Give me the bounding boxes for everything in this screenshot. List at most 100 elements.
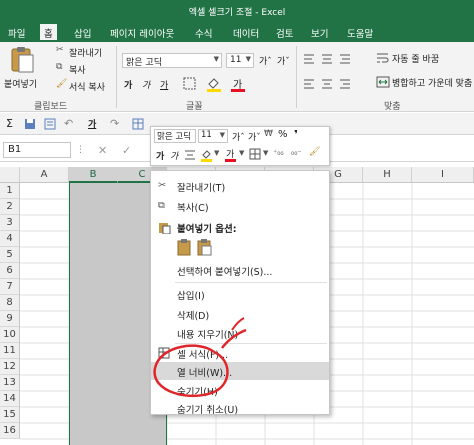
menu-item-format-cells[interactable]: 셀 서식(F)...: [151, 344, 329, 362]
underline-button[interactable]: 가: [160, 78, 168, 91]
bold-button[interactable]: 가: [124, 78, 132, 91]
format-painter-label[interactable]: 서식 복사: [69, 80, 105, 93]
chevron-down-icon[interactable]: ▼: [239, 149, 244, 157]
mini-font-size-combo[interactable]: 11 ▼: [198, 129, 228, 143]
menu-item-insert-label: 삽입(I): [177, 291, 205, 302]
table-icon[interactable]: [132, 118, 144, 130]
mini-format-painter-icon[interactable]: 🖌: [309, 147, 320, 157]
row-header[interactable]: 13: [0, 375, 20, 391]
format-painter-icon[interactable]: 🖌: [56, 79, 67, 89]
qat-underline-button[interactable]: 가: [88, 117, 96, 130]
row-header[interactable]: 15: [0, 407, 20, 423]
tab-view[interactable]: 보기: [311, 26, 328, 40]
mini-decrease-decimal-icon[interactable]: ₀₀⁻: [291, 148, 302, 157]
mini-accounting-icon[interactable]: ₩: [264, 129, 273, 139]
shrink-font-button[interactable]: 가ˇ: [277, 54, 290, 67]
tab-home[interactable]: 홈: [40, 24, 57, 42]
paste-values-icon[interactable]: [197, 238, 213, 256]
menu-item-unhide[interactable]: 숨기기 취소(U): [151, 399, 329, 417]
italic-button[interactable]: 가: [142, 78, 150, 91]
menu-item-copy[interactable]: ⧉ 복사(C): [151, 197, 329, 215]
cut-label[interactable]: 잘라내기: [69, 46, 102, 59]
row-header[interactable]: 4: [0, 231, 20, 247]
copy-icon[interactable]: ⧉: [56, 62, 62, 72]
tab-insert[interactable]: 삽입: [74, 26, 91, 40]
row-header[interactable]: 11: [0, 343, 20, 359]
tab-help[interactable]: 도움말: [347, 26, 373, 40]
tab-page-layout[interactable]: 페이지 레이아웃: [110, 26, 174, 40]
save-icon[interactable]: [24, 118, 36, 130]
row-header[interactable]: 3: [0, 215, 20, 231]
row-header[interactable]: 10: [0, 327, 20, 343]
row-header[interactable]: 12: [0, 359, 20, 375]
mini-grow-font-button[interactable]: 가ˆ: [232, 130, 245, 143]
menu-item-delete[interactable]: 삭제(D): [151, 305, 329, 323]
scissors-icon: ✂: [158, 180, 166, 191]
menu-item-insert[interactable]: 삽입(I): [151, 285, 329, 303]
tab-review[interactable]: 검토: [276, 26, 293, 40]
menu-item-cut[interactable]: ✂ 잘라내기(T): [151, 177, 329, 195]
mini-shrink-font-button[interactable]: 가ˇ: [248, 130, 261, 143]
menu-separator: [175, 282, 327, 283]
row-header[interactable]: 1: [0, 183, 20, 199]
mini-increase-decimal-icon[interactable]: ⁺₀₀: [273, 148, 284, 157]
wrap-text-icon[interactable]: [376, 51, 390, 65]
chevron-down-icon[interactable]: ▼: [263, 149, 268, 157]
column-header-a[interactable]: A: [20, 167, 69, 183]
align-horizontal-icons[interactable]: [302, 77, 362, 91]
borders-icon[interactable]: [182, 77, 198, 91]
font-group-label: 글꼴: [186, 102, 203, 112]
mini-font-color-icon[interactable]: 가: [224, 147, 238, 162]
merge-center-label[interactable]: 병합하고 가운데 맞춤: [392, 76, 472, 89]
align-top-icons[interactable]: [302, 52, 362, 66]
name-box-chevron-icon[interactable]: ⋮: [76, 145, 85, 155]
mini-font-name-combo[interactable]: 맑은 고딕: [154, 129, 196, 143]
row-header[interactable]: 9: [0, 311, 20, 327]
menu-item-column-width[interactable]: 열 너비(W)...: [151, 362, 329, 380]
mini-fill-color-icon[interactable]: [200, 148, 214, 162]
font-name-combo[interactable]: 맑은 고딕 ▼: [122, 53, 222, 68]
menu-item-paste-special[interactable]: 선택하여 붙여넣기(S)...: [151, 261, 329, 279]
merge-center-icon[interactable]: [376, 75, 390, 89]
paste-option-icon[interactable]: [177, 238, 193, 256]
mini-comma-button[interactable]: ❜: [294, 128, 298, 141]
mini-italic-button[interactable]: 가: [170, 149, 178, 162]
paste-icon[interactable]: [8, 45, 36, 75]
undo-icon[interactable]: ↶: [64, 117, 73, 130]
form-icon[interactable]: [44, 118, 56, 130]
mini-bold-button[interactable]: 가: [156, 149, 164, 162]
mini-align-icon[interactable]: [184, 149, 196, 161]
tab-file[interactable]: 파일: [8, 26, 25, 40]
name-box[interactable]: B1: [3, 142, 71, 158]
cancel-icon[interactable]: ✕: [98, 144, 107, 157]
paste-label[interactable]: 붙여넣기: [4, 77, 37, 90]
chevron-down-icon[interactable]: ▼: [214, 149, 219, 157]
column-header-i[interactable]: I: [412, 167, 474, 183]
enter-icon[interactable]: ✓: [122, 144, 131, 157]
grow-font-button[interactable]: 가ˆ: [259, 54, 272, 67]
cut-icon[interactable]: ✂: [56, 45, 64, 55]
row-header[interactable]: 6: [0, 263, 20, 279]
column-header-h[interactable]: H: [363, 167, 412, 183]
autosum-icon[interactable]: Σ: [6, 117, 13, 130]
row-header[interactable]: 7: [0, 279, 20, 295]
wrap-text-label[interactable]: 자동 줄 바꿈: [392, 52, 439, 65]
fill-color-icon[interactable]: [206, 76, 222, 92]
row-header[interactable]: 2: [0, 199, 20, 215]
menu-item-hide[interactable]: 숨기기(H): [151, 381, 329, 399]
menu-item-clear-contents[interactable]: 내용 지우기(N): [151, 324, 329, 342]
select-all-corner[interactable]: [0, 167, 20, 183]
row-header[interactable]: 5: [0, 247, 20, 263]
font-color-icon[interactable]: 가: [230, 76, 246, 92]
mini-borders-icon[interactable]: [249, 148, 262, 161]
mini-percent-button[interactable]: %: [278, 129, 288, 140]
column-header-b[interactable]: B: [69, 167, 118, 183]
row-header[interactable]: 14: [0, 391, 20, 407]
redo-icon[interactable]: ↷: [110, 117, 119, 130]
tab-formulas[interactable]: 수식: [195, 26, 212, 40]
font-size-combo[interactable]: 11 ▼: [226, 53, 254, 68]
tab-data[interactable]: 데이터: [233, 26, 259, 40]
row-header[interactable]: 16: [0, 423, 20, 439]
row-header[interactable]: 8: [0, 295, 20, 311]
copy-label[interactable]: 복사: [69, 63, 86, 76]
